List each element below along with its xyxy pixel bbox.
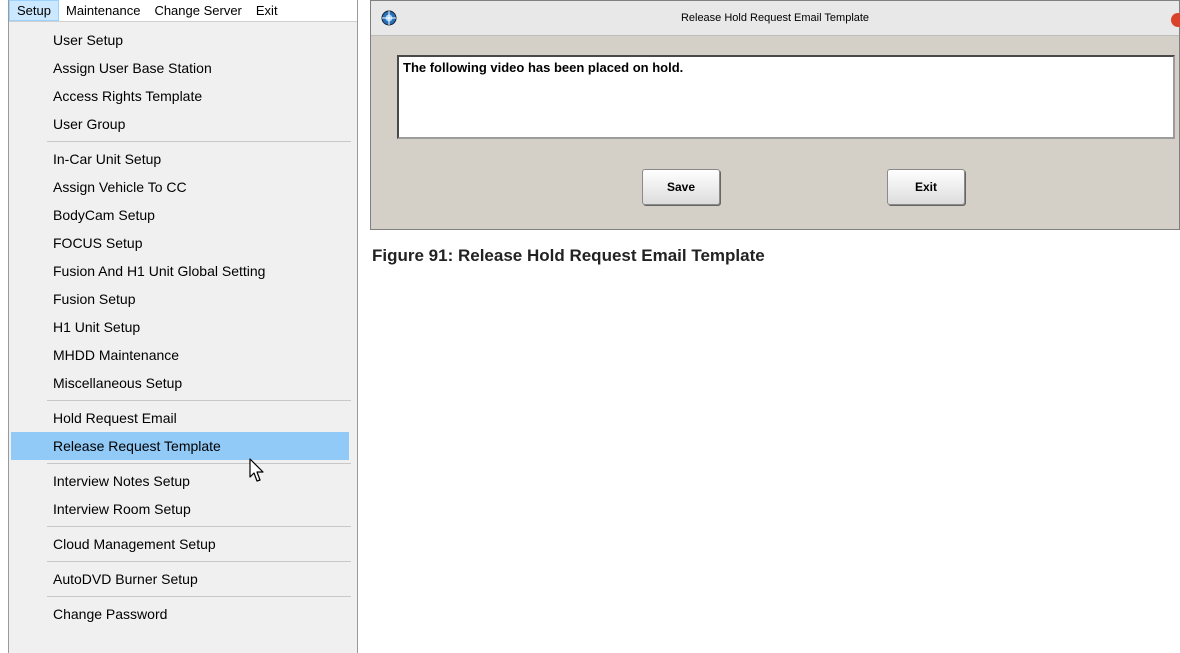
menu-setup[interactable]: Setup [9,0,59,21]
mouse-pointer-icon [249,458,264,482]
dialog-title: Release Hold Request Email Template [680,12,870,24]
menu-item-fusion-setup[interactable]: Fusion Setup [9,285,357,313]
menu-item-cloud-management-setup[interactable]: Cloud Management Setup [9,530,357,558]
dialog-titlebar: Release Hold Request Email Template [371,1,1180,36]
menu-item-h1-unit-setup[interactable]: H1 Unit Setup [9,313,357,341]
menu-item-hold-request-email[interactable]: Hold Request Email [9,404,357,432]
menu-item-assign-user-base-station[interactable]: Assign User Base Station [9,54,357,82]
menu-separator [47,400,351,401]
exit-button[interactable]: Exit [887,169,965,205]
menu-item-user-group[interactable]: User Group [9,110,357,138]
menu-item-in-car-unit-setup[interactable]: In-Car Unit Setup [9,145,357,173]
menu-item-mhdd-maintenance[interactable]: MHDD Maintenance [9,341,357,369]
menu-separator [47,463,351,464]
release-hold-email-template-dialog: Release Hold Request Email Template The … [370,0,1180,230]
save-button[interactable]: Save [642,169,720,205]
setup-menu-screenshot: Setup Maintenance Change Server Exit Use… [8,0,358,653]
menu-exit[interactable]: Exit [249,0,285,21]
setup-dropdown: User Setup Assign User Base Station Acce… [9,22,357,628]
menu-maintenance[interactable]: Maintenance [59,0,147,21]
menu-bar: Setup Maintenance Change Server Exit [9,0,357,22]
close-icon[interactable] [1171,13,1180,27]
menu-item-interview-room-setup[interactable]: Interview Room Setup [9,495,357,523]
menu-item-access-rights-template[interactable]: Access Rights Template [9,82,357,110]
menu-item-release-request-template[interactable]: Release Request Template [11,432,349,460]
menu-item-autodvd-burner-setup[interactable]: AutoDVD Burner Setup [9,565,357,593]
menu-item-miscellaneous-setup[interactable]: Miscellaneous Setup [9,369,357,397]
menu-item-bodycam-setup[interactable]: BodyCam Setup [9,201,357,229]
menu-separator [47,561,351,562]
menu-item-interview-notes-setup[interactable]: Interview Notes Setup [9,467,357,495]
figure-caption: Figure 91: Release Hold Request Email Te… [372,246,765,265]
menu-change-server[interactable]: Change Server [147,0,248,21]
menu-item-change-password[interactable]: Change Password [9,600,357,628]
menu-item-user-setup[interactable]: User Setup [9,26,357,54]
menu-separator [47,141,351,142]
menu-separator [47,596,351,597]
menu-item-assign-vehicle-to-cc[interactable]: Assign Vehicle To CC [9,173,357,201]
email-template-textarea[interactable]: The following video has been placed on h… [397,55,1175,139]
menu-item-fusion-h1-global-setting[interactable]: Fusion And H1 Unit Global Setting [9,257,357,285]
menu-separator [47,526,351,527]
app-icon [381,10,397,26]
menu-item-focus-setup[interactable]: FOCUS Setup [9,229,357,257]
